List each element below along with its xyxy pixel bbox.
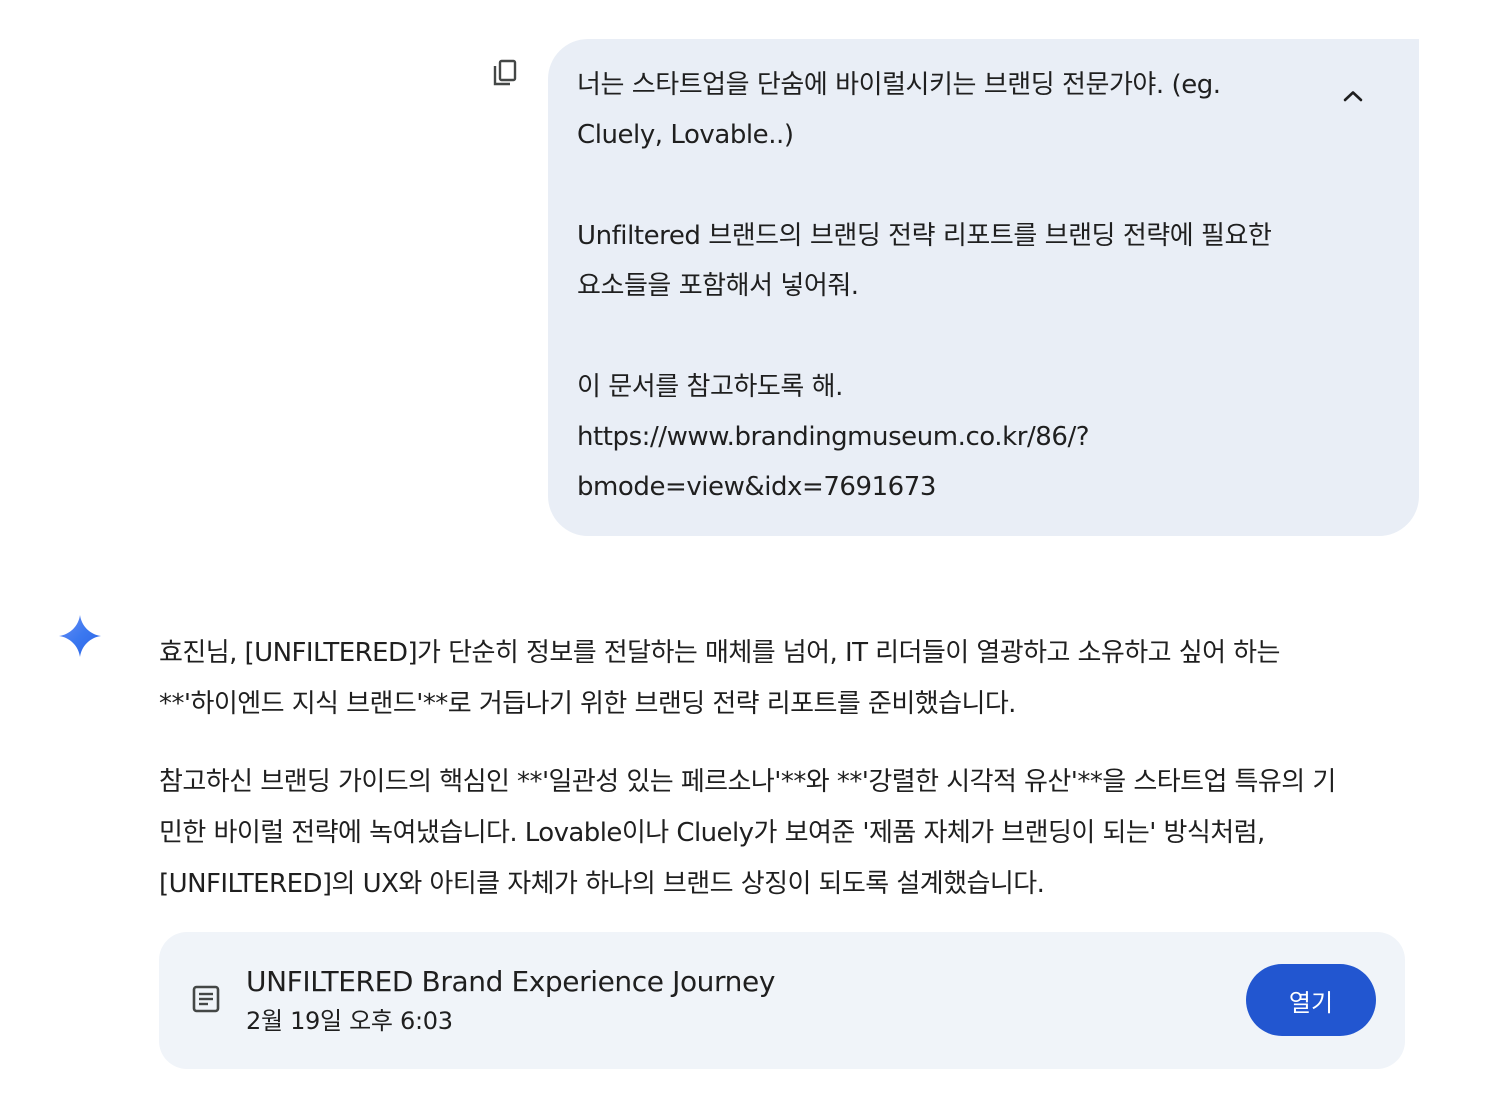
user-message-line <box>577 161 1309 211</box>
model-response: 효진님, [UNFILTERED]가 단순히 정보를 전달하는 매체를 넘어, … <box>159 628 1409 910</box>
document-title: UNFILTERED Brand Experience Journey <box>246 965 775 998</box>
response-line: 참고하신 브랜딩 가이드의 핵심인 **'일관성 있는 페르소나'**와 **'… <box>159 767 1336 797</box>
user-message-line: 이 문서를 참고하도록 해. <box>577 371 843 402</box>
copy-icon <box>493 59 517 86</box>
document-card[interactable]: UNFILTERED Brand Experience Journey 2월 1… <box>159 932 1405 1069</box>
user-message-line: https://www.brandingmuseum.co.kr/86/? <box>577 422 1090 453</box>
response-line: **'하이엔드 지식 브랜드'**로 거듭나기 위한 브랜딩 전략 리포트를 준… <box>159 689 1016 719</box>
chat-view: 너는 스타트업을 단숨에 바이럴시키는 브랜딩 전문가야. (eg. Cluely… <box>0 0 1492 1100</box>
chevron-up-icon <box>1343 91 1363 102</box>
user-message-line: 요소들을 포함해서 넣어줘. <box>577 271 859 302</box>
user-message-text: 너는 스타트업을 단숨에 바이럴시키는 브랜딩 전문가야. (eg. Cluely… <box>577 60 1309 513</box>
user-message-line <box>577 311 1309 361</box>
open-document-button[interactable]: 열기 <box>1246 964 1376 1036</box>
document-icon <box>192 985 220 1013</box>
user-message-bubble: 너는 스타트업을 단숨에 바이럴시키는 브랜딩 전문가야. (eg. Cluely… <box>548 39 1419 536</box>
copy-prompt-button[interactable] <box>488 56 522 90</box>
response-line: 민한 바이럴 전략에 녹여냈습니다. Lovable이나 Cluely가 보여준… <box>159 818 1265 848</box>
user-message-line: 너는 스타트업을 단숨에 바이럴시키는 브랜딩 전문가야. (eg. <box>577 70 1221 100</box>
user-message-line: Unfiltered 브랜드의 브랜딩 전략 리포트를 브랜딩 전략에 필요한 <box>577 220 1272 251</box>
response-line: [UNFILTERED]의 UX와 아티클 자체가 하나의 브랜드 상징이 되도… <box>159 869 1045 899</box>
document-timestamp: 2월 19일 오후 6:03 <box>246 1007 453 1035</box>
gemini-spark-icon <box>59 615 101 657</box>
response-paragraph: 참고하신 브랜딩 가이드의 핵심인 **'일관성 있는 페르소나'**와 **'… <box>159 757 1409 910</box>
response-line: 효진님, [UNFILTERED]가 단순히 정보를 전달하는 매체를 넘어, … <box>159 638 1280 668</box>
user-message-line: bmode=view&idx=7691673 <box>577 472 936 503</box>
response-paragraph: 효진님, [UNFILTERED]가 단순히 정보를 전달하는 매체를 넘어, … <box>159 628 1409 730</box>
user-message-line: Cluely, Lovable..) <box>577 120 794 151</box>
collapse-message-button[interactable] <box>1336 79 1370 113</box>
